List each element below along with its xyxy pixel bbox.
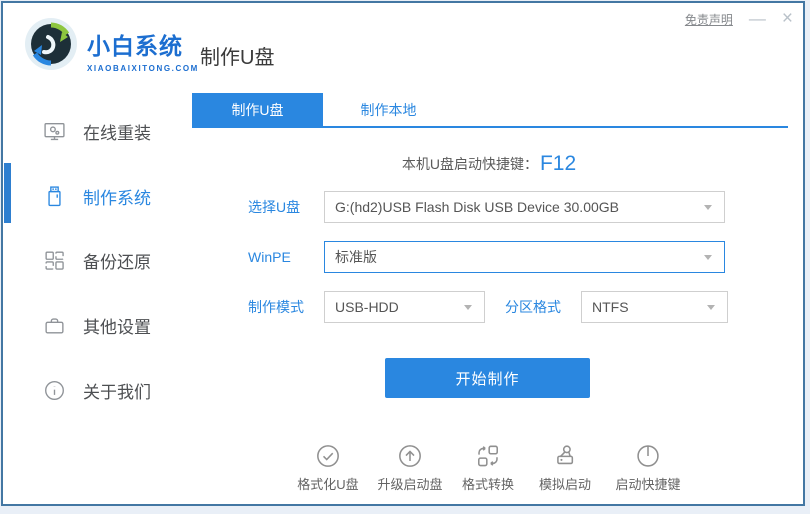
brand-domain: XIAOBAIXITONG.COM <box>87 64 199 73</box>
mouse-icon <box>635 443 661 469</box>
mode-select-value: USB-HDD <box>325 299 464 315</box>
sidebar-item-backup-restore[interactable]: 备份还原 <box>42 245 151 275</box>
chevron-down-icon <box>704 255 712 260</box>
titlebar-controls: 免责声明 — × <box>685 9 793 29</box>
brand-name: 小白系统 <box>87 27 199 61</box>
usb-select[interactable]: G:(hd2)USB Flash Disk USB Device 30.00GB <box>324 191 725 223</box>
usb-drive-icon <box>42 184 66 208</box>
chevron-down-icon <box>464 305 472 310</box>
winpe-select-label: WinPE <box>248 241 291 273</box>
page-title: 制作U盘 <box>200 41 274 70</box>
tool-simulate-boot[interactable]: 模拟启动 <box>523 443 607 493</box>
tool-label: 格式化U盘 <box>297 474 358 493</box>
usb-select-label: 选择U盘 <box>248 191 300 223</box>
boot-hotkey-value: F12 <box>540 152 576 176</box>
sidebar-item-label: 在线重装 <box>83 119 151 144</box>
minimize-button[interactable]: — <box>749 9 766 29</box>
convert-icon <box>475 443 501 469</box>
briefcase-icon <box>42 313 66 337</box>
tool-label: 格式转换 <box>462 474 514 493</box>
disclaimer-link[interactable]: 免责声明 <box>685 11 733 28</box>
stamp-icon <box>552 443 578 469</box>
sidebar-item-label: 备份还原 <box>83 248 151 273</box>
sidebar-item-label: 制作系统 <box>83 184 151 209</box>
tool-upgrade-boot-disk[interactable]: 升级启动盘 <box>368 443 452 493</box>
sidebar-item-about-us[interactable]: 关于我们 <box>42 375 151 405</box>
close-button[interactable]: × <box>782 9 793 29</box>
info-circle-icon <box>42 378 66 402</box>
tab-make-local[interactable]: 制作本地 <box>323 93 454 126</box>
arrow-up-circle-icon <box>397 443 423 469</box>
sidebar-item-label: 关于我们 <box>83 378 151 403</box>
sidebar-item-online-reinstall[interactable]: 在线重装 <box>42 116 151 146</box>
grid-icon <box>42 248 66 272</box>
tool-format-convert[interactable]: 格式转换 <box>446 443 530 493</box>
tool-label: 模拟启动 <box>539 474 591 493</box>
winpe-select-value: 标准版 <box>325 247 704 267</box>
partition-select[interactable]: NTFS <box>581 291 728 323</box>
mode-select-label: 制作模式 <box>248 291 304 323</box>
chevron-down-icon <box>704 205 712 210</box>
app-logo-icon <box>24 17 78 71</box>
partition-select-value: NTFS <box>582 299 707 315</box>
usb-select-value: G:(hd2)USB Flash Disk USB Device 30.00GB <box>325 199 704 215</box>
chevron-down-icon <box>707 305 715 310</box>
sidebar-item-make-system[interactable]: 制作系统 <box>42 181 151 211</box>
sidebar-item-label: 其他设置 <box>83 313 151 338</box>
brand-block: 小白系统 XIAOBAIXITONG.COM <box>87 27 199 73</box>
sidebar-active-indicator <box>4 163 11 223</box>
tool-label: 启动快捷键 <box>615 474 680 493</box>
check-circle-icon <box>315 443 341 469</box>
sidebar-item-other-settings[interactable]: 其他设置 <box>42 310 151 340</box>
tab-make-usb[interactable]: 制作U盘 <box>192 93 323 126</box>
mode-select[interactable]: USB-HDD <box>324 291 485 323</box>
tool-boot-hotkey[interactable]: 启动快捷键 <box>606 443 690 493</box>
tool-format-usb[interactable]: 格式化U盘 <box>286 443 370 493</box>
boot-hotkey-label: 本机U盘启动快捷键： <box>402 154 538 174</box>
app-window: 免责声明 — × 小白系统 XIAOBAIXITONG.COM 制作U盘 在线重… <box>1 1 805 506</box>
monitor-icon <box>42 119 66 143</box>
tab-underline <box>192 126 788 128</box>
tool-label: 升级启动盘 <box>377 474 442 493</box>
start-make-button[interactable]: 开始制作 <box>385 358 590 398</box>
partition-select-label: 分区格式 <box>505 291 561 323</box>
boot-hotkey-hint: 本机U盘启动快捷键： F12 <box>189 150 789 178</box>
winpe-select[interactable]: 标准版 <box>324 241 725 273</box>
